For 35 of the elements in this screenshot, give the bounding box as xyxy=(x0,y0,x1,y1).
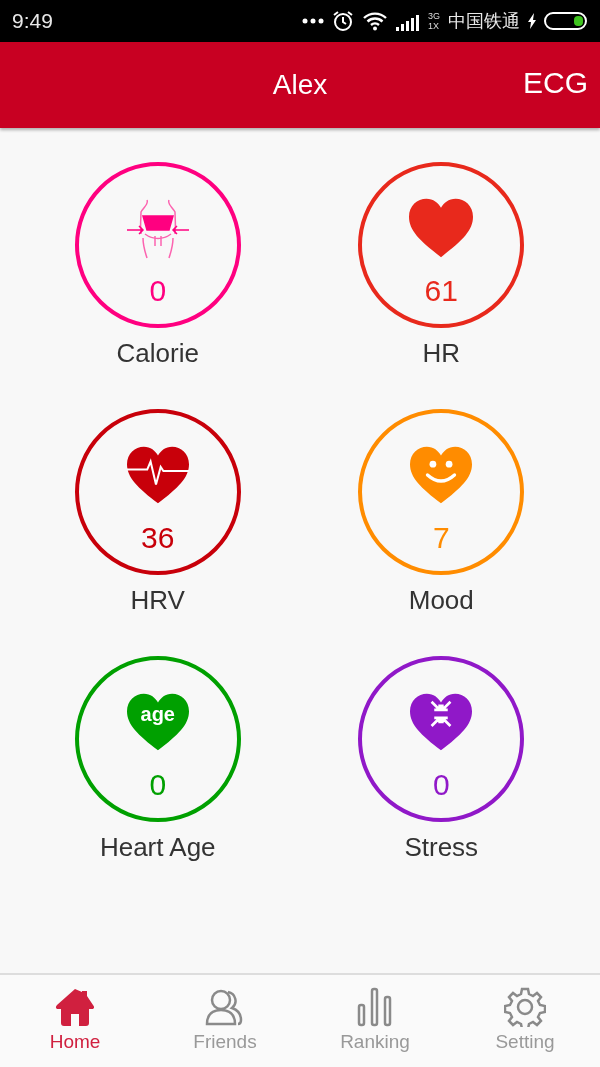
metric-label: Mood xyxy=(408,585,474,616)
metric-ring[interactable]: age 0 xyxy=(74,656,241,822)
metric-ring[interactable]: 0 xyxy=(74,162,241,328)
more-icon xyxy=(302,18,324,24)
nav-tab[interactable]: Ranking xyxy=(300,975,450,1067)
ecg-button[interactable]: ECG xyxy=(523,66,588,100)
network-type: 3G xyxy=(428,11,440,21)
metric-value: 36 xyxy=(141,521,175,555)
nav-tab[interactable]: Home xyxy=(0,975,150,1067)
metric-value: 0 xyxy=(149,274,167,308)
metric-label: HR xyxy=(422,338,461,369)
wifi-icon xyxy=(362,11,388,31)
metric-value: 7 xyxy=(432,521,450,555)
status-time: 9:49 xyxy=(12,9,53,33)
carrier-name: 中国铁通 xyxy=(448,10,520,33)
header-title: Alex xyxy=(272,69,328,101)
metric-value: 0 xyxy=(432,768,450,802)
settings-icon xyxy=(504,987,546,1027)
metric-label: Stress xyxy=(404,832,479,863)
metric-ring[interactable]: 61 xyxy=(358,162,525,328)
home-icon xyxy=(54,987,96,1027)
network-type: 1X xyxy=(428,21,440,31)
metric-value: 0 xyxy=(149,768,167,802)
metric-label: Calorie xyxy=(116,338,199,369)
metric-ring[interactable]: 0 xyxy=(358,656,525,822)
metric-label: Heart Age xyxy=(99,832,216,863)
nav-tab[interactable]: Friends xyxy=(150,975,300,1067)
metric-ring[interactable]: 7 xyxy=(358,409,525,575)
battery-icon xyxy=(544,11,588,31)
alarm-icon xyxy=(332,10,354,32)
metric-value: 61 xyxy=(424,274,458,308)
metric-ring[interactable]: 36 xyxy=(74,409,241,575)
charging-icon xyxy=(528,13,536,29)
nav-tab[interactable]: Setting xyxy=(450,975,600,1067)
metric-label: HRV xyxy=(130,585,185,616)
